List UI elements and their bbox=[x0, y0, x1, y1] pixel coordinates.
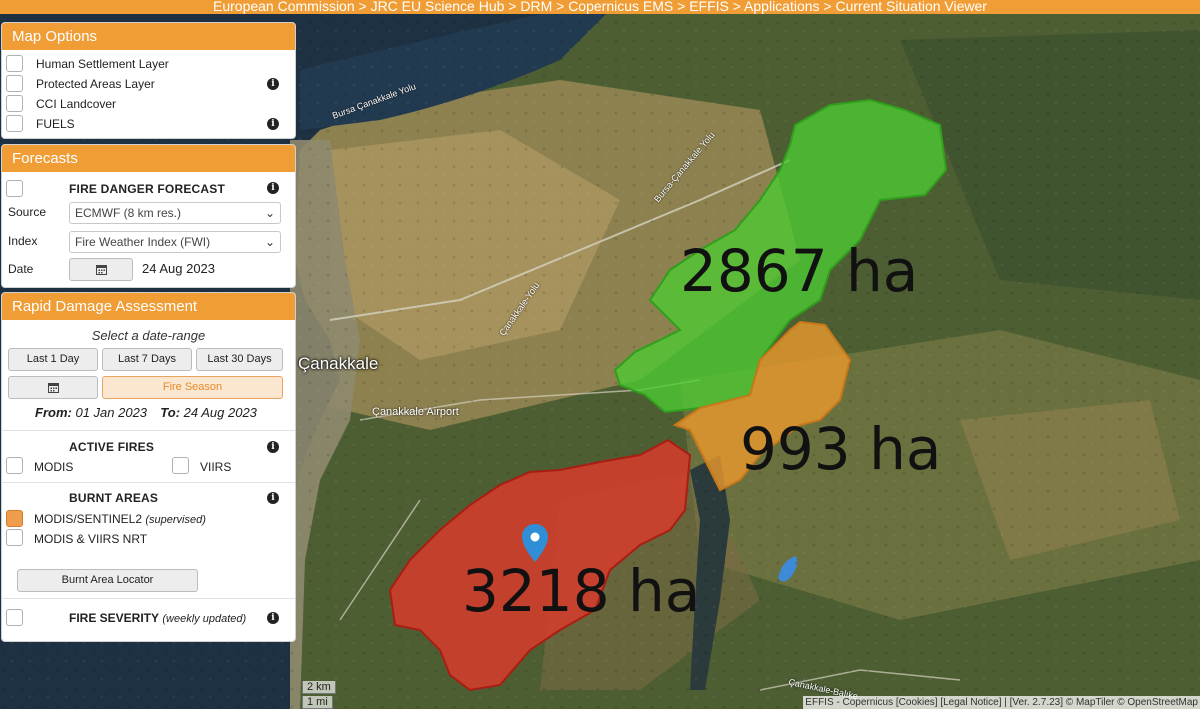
modis-viirs-nrt-label: MODIS & VIIRS NRT bbox=[34, 532, 148, 546]
fire-danger-row[interactable]: FIRE DANGER FORECAST i bbox=[2, 180, 295, 200]
scale-bar-mi: 1 mi bbox=[302, 696, 333, 709]
date-label: Date bbox=[8, 262, 34, 276]
index-value: Fire Weather Index (FWI) bbox=[75, 235, 211, 249]
human-settlement-checkbox[interactable] bbox=[6, 55, 23, 72]
airport-label: Çanakkale Airport bbox=[372, 406, 459, 418]
fire-area-label-green: 2867 ha bbox=[680, 237, 919, 305]
map-options-panel: Map Options Human Settlement Layer Prote… bbox=[1, 22, 296, 139]
last-7-days-button[interactable]: Last 7 Days bbox=[102, 348, 192, 371]
last-1-day-button[interactable]: Last 1 Day bbox=[8, 348, 98, 371]
info-icon[interactable]: i bbox=[267, 612, 279, 624]
burnt-areas-label: BURNT AREAS bbox=[69, 491, 159, 505]
fuels-checkbox[interactable] bbox=[6, 115, 23, 132]
layer-label: CCI Landcover bbox=[36, 97, 117, 111]
active-fires-label: ACTIVE FIRES bbox=[69, 440, 155, 454]
layer-row-cci-landcover[interactable]: CCI Landcover bbox=[2, 94, 295, 114]
select-range-label: Select a date-range bbox=[91, 328, 206, 343]
fire-severity-checkbox[interactable] bbox=[6, 609, 23, 626]
supervised-label: (supervised) bbox=[145, 514, 206, 526]
fire-severity-row: FIRE SEVERITY (weekly updated) bbox=[69, 611, 246, 625]
layer-row-human-settlement[interactable]: Human Settlement Layer bbox=[2, 54, 295, 74]
source-select[interactable]: ECMWF (8 km res.) ⌄ bbox=[69, 202, 281, 224]
modis-sentinel2-row: MODIS/SENTINEL2 (supervised) bbox=[34, 512, 206, 526]
from-label: From: bbox=[35, 405, 72, 420]
info-icon[interactable]: i bbox=[267, 182, 279, 194]
fire-danger-label: FIRE DANGER FORECAST bbox=[69, 182, 226, 196]
divider bbox=[2, 598, 295, 599]
date-range-display: From: 01 Jan 2023 To: 24 Aug 2023 bbox=[35, 405, 257, 420]
modis-label: MODIS bbox=[34, 460, 74, 474]
chevron-down-icon: ⌄ bbox=[264, 235, 275, 249]
modis-sentinel2-label: MODIS/SENTINEL2 bbox=[34, 512, 143, 526]
burnt-area-locator-button[interactable]: Burnt Area Locator bbox=[17, 569, 198, 592]
info-icon[interactable]: i bbox=[267, 78, 279, 90]
cci-landcover-checkbox[interactable] bbox=[6, 95, 23, 112]
location-pin-icon[interactable] bbox=[522, 524, 548, 562]
calendar-button[interactable] bbox=[69, 258, 133, 281]
date-value: 24 Aug 2023 bbox=[142, 261, 216, 276]
date-range-calendar-button[interactable] bbox=[8, 376, 98, 399]
forecasts-panel: Forecasts FIRE DANGER FORECAST i Source … bbox=[1, 144, 296, 288]
modis-sentinel2-checkbox[interactable] bbox=[6, 510, 23, 527]
forecasts-title[interactable]: Forecasts bbox=[2, 145, 295, 172]
fire-area-label-orange: 993 ha bbox=[740, 415, 942, 483]
weekly-updated-label: (weekly updated) bbox=[162, 613, 247, 625]
modis-checkbox[interactable] bbox=[6, 457, 23, 474]
calendar-icon bbox=[47, 382, 59, 393]
scale-bar-km: 2 km bbox=[302, 681, 336, 694]
to-label: To: bbox=[160, 405, 181, 420]
info-icon[interactable]: i bbox=[267, 441, 279, 453]
fire-danger-checkbox[interactable] bbox=[6, 180, 23, 197]
layer-row-fuels[interactable]: FUELS i bbox=[2, 114, 295, 134]
map-attribution[interactable]: EFFIS - Copernicus [Cookies] [Legal Noti… bbox=[803, 696, 1200, 709]
last-30-days-button[interactable]: Last 30 Days bbox=[196, 348, 283, 371]
map-options-title[interactable]: Map Options bbox=[2, 23, 295, 50]
fire-area-label-red: 3218 ha bbox=[462, 557, 701, 625]
divider bbox=[2, 482, 295, 483]
rapid-damage-panel: Rapid Damage Assessment Select a date-ra… bbox=[1, 292, 296, 642]
fire-severity-label: FIRE SEVERITY bbox=[69, 611, 160, 625]
index-select[interactable]: Fire Weather Index (FWI) ⌄ bbox=[69, 231, 281, 253]
source-value: ECMWF (8 km res.) bbox=[75, 206, 181, 220]
breadcrumb[interactable]: European Commission > JRC EU Science Hub… bbox=[0, 0, 1200, 14]
index-label: Index bbox=[8, 234, 38, 248]
calendar-icon bbox=[95, 264, 107, 275]
layer-row-protected-areas[interactable]: Protected Areas Layer i bbox=[2, 74, 295, 94]
to-value: 24 Aug 2023 bbox=[183, 405, 257, 420]
info-icon[interactable]: i bbox=[267, 492, 279, 504]
layer-label: FUELS bbox=[36, 117, 75, 131]
from-value: 01 Jan 2023 bbox=[75, 405, 148, 420]
source-label: Source bbox=[8, 205, 47, 219]
viirs-checkbox[interactable] bbox=[172, 457, 189, 474]
fire-season-button[interactable]: Fire Season bbox=[102, 376, 283, 399]
modis-viirs-nrt-checkbox[interactable] bbox=[6, 529, 23, 546]
layer-label: Protected Areas Layer bbox=[36, 77, 155, 91]
viirs-label: VIIRS bbox=[200, 460, 232, 474]
divider bbox=[2, 430, 295, 431]
layer-label: Human Settlement Layer bbox=[36, 57, 169, 71]
info-icon[interactable]: i bbox=[267, 118, 279, 130]
chevron-down-icon: ⌄ bbox=[264, 206, 275, 220]
city-label: Çanakkale bbox=[298, 354, 379, 373]
protected-areas-checkbox[interactable] bbox=[6, 75, 23, 92]
rapid-damage-title[interactable]: Rapid Damage Assessment bbox=[2, 293, 295, 320]
